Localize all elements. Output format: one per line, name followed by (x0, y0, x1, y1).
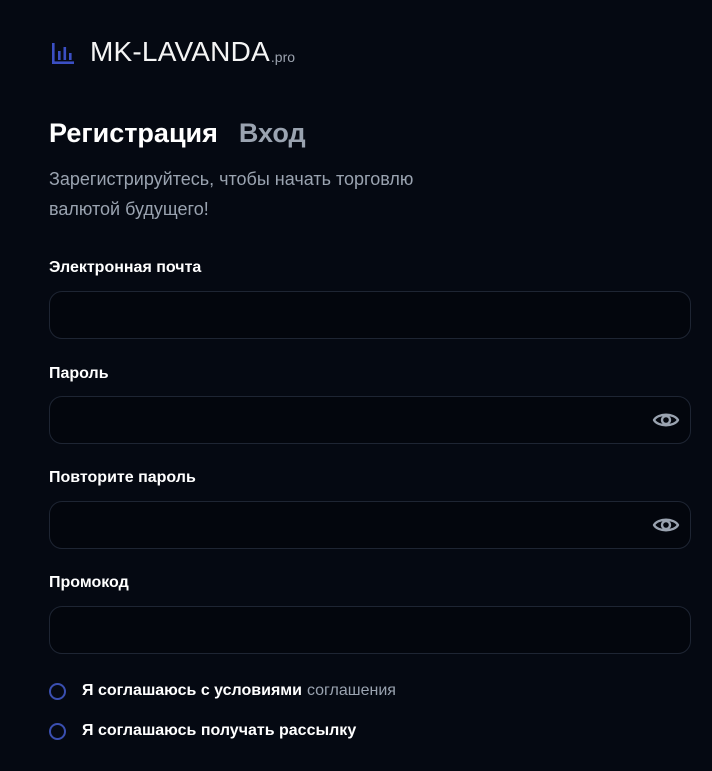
tab-login[interactable]: Вход (239, 115, 306, 151)
registration-page: MK-LAVANDA .pro Регистрация Вход Зарегис… (0, 0, 712, 771)
brand-name: MK-LAVANDA (90, 36, 270, 67)
auth-tabs: Регистрация Вход (49, 115, 306, 151)
eye-icon[interactable] (652, 513, 680, 537)
password-field-wrapper (49, 396, 691, 444)
eye-icon[interactable] (652, 408, 680, 432)
repeat-password-label: Повторите пароль (49, 469, 196, 486)
repeat-password-field-wrapper (49, 501, 691, 549)
email-field-wrapper (49, 291, 691, 339)
terms-radio[interactable] (49, 682, 66, 700)
password-field[interactable] (50, 397, 690, 443)
newsletter-text: Я соглашаюсь получать рассылку (82, 722, 357, 739)
bar-chart-icon (50, 40, 76, 66)
email-label: Электронная почта (49, 259, 202, 276)
terms-link[interactable]: соглашения (307, 682, 396, 700)
terms-agreement-row: Я соглашаюсь с условиями соглашения (49, 681, 396, 701)
promo-label: Промокод (49, 574, 129, 591)
newsletter-radio[interactable] (49, 722, 66, 740)
tab-register[interactable]: Регистрация (49, 115, 218, 151)
email-field[interactable] (50, 292, 690, 338)
terms-text: Я соглашаюсь с условиями (82, 682, 302, 699)
logo[interactable]: MK-LAVANDA .pro (50, 36, 295, 68)
promo-field-wrapper (49, 606, 691, 654)
brand-suffix: .pro (270, 49, 296, 65)
promo-field[interactable] (50, 607, 690, 653)
subtitle: Зарегистрируйтесь, чтобы начать торговлю… (49, 169, 414, 219)
newsletter-agreement-row: Я соглашаюсь получать рассылку (49, 721, 356, 741)
password-label: Пароль (49, 365, 109, 382)
repeat-password-field[interactable] (50, 502, 690, 548)
